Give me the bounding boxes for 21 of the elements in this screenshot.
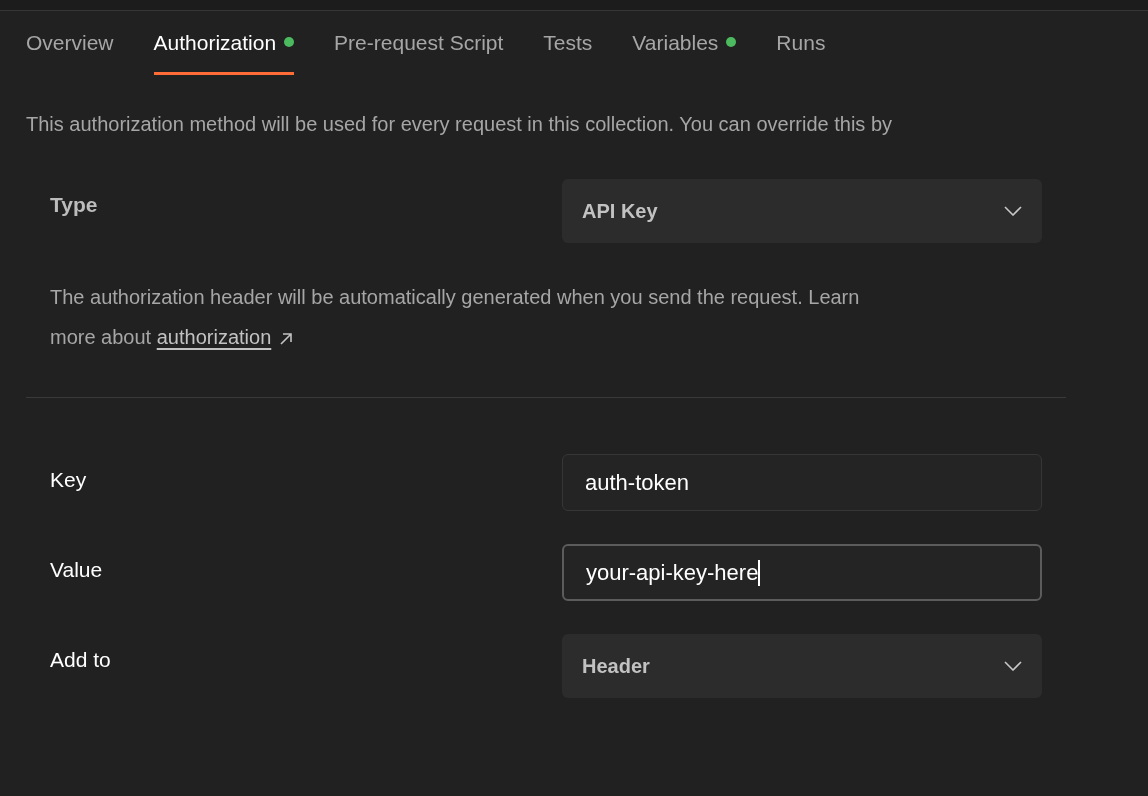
tab[interactable]: Overview	[26, 26, 114, 75]
tab[interactable]: Pre-request Script	[334, 26, 504, 75]
text-input[interactable]: your-api-key-here	[562, 544, 1042, 601]
help-text: The authorization header will be automatically generated when you send the request. Learn more about authorization	[49, 285, 861, 350]
tab[interactable]: Runs	[776, 26, 826, 75]
tab[interactable]: Variables	[632, 26, 737, 75]
description-text: This authorization method will be used for every request in this collection. You can override this by	[26, 112, 894, 137]
tab[interactable]: Authorization	[153, 26, 295, 75]
type-label: Type	[50, 192, 99, 218]
authorization-link[interactable]: authorization	[156, 326, 272, 348]
external-link-icon	[279, 331, 294, 346]
field-label: Add to	[50, 647, 112, 673]
field-label: Value	[50, 557, 104, 583]
chevron-down-icon	[1004, 206, 1022, 216]
dropdown[interactable]: Header	[562, 634, 1042, 698]
tab[interactable]: Tests	[543, 26, 593, 75]
text-input[interactable]: auth-token	[562, 454, 1042, 511]
dropdown[interactable]: API Key	[562, 179, 1042, 243]
chevron-down-icon	[1004, 661, 1022, 671]
field-label: Key	[50, 467, 88, 493]
text-cursor	[758, 559, 760, 586]
